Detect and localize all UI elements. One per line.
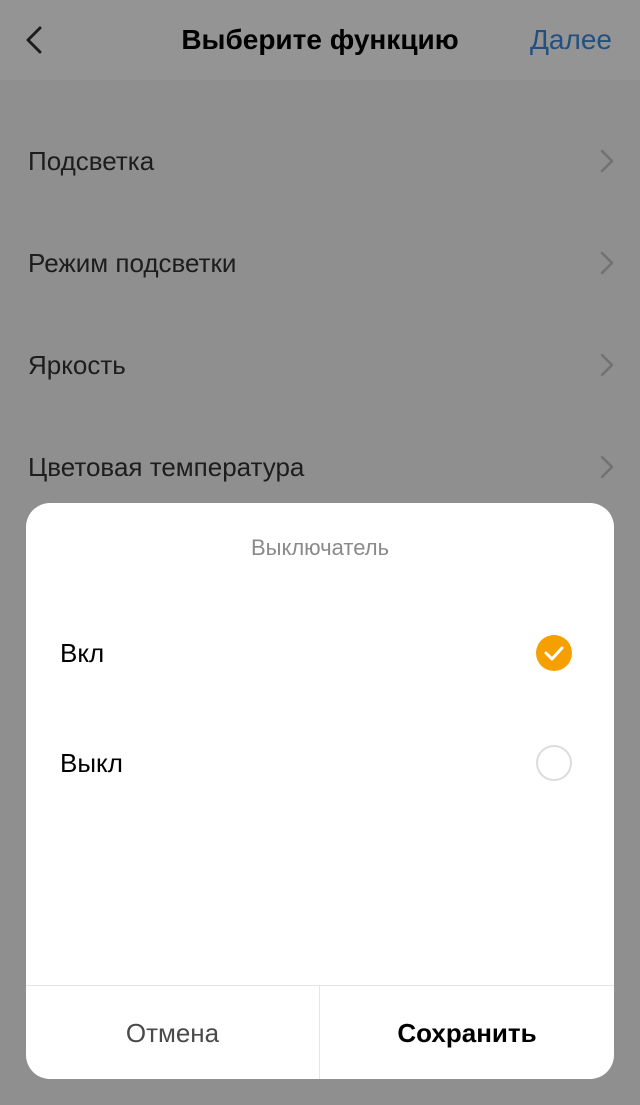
option-label: Выкл <box>60 748 123 778</box>
option-on[interactable]: Вкл <box>26 603 614 703</box>
radio-checked[interactable] <box>536 635 572 671</box>
switch-dialog: Выключатель Вкл Выкл Отмена Сохранить <box>26 503 614 1079</box>
option-label: Вкл <box>60 638 105 668</box>
dialog-title: Выключатель <box>250 535 390 560</box>
radio-unchecked[interactable] <box>536 745 572 781</box>
dialog-footer: Отмена Сохранить <box>26 985 614 1079</box>
cancel-button[interactable]: Отмена <box>26 986 320 1079</box>
save-button[interactable]: Сохранить <box>320 986 614 1079</box>
checkmark-icon <box>544 646 564 661</box>
option-off[interactable]: Выкл <box>26 713 614 813</box>
